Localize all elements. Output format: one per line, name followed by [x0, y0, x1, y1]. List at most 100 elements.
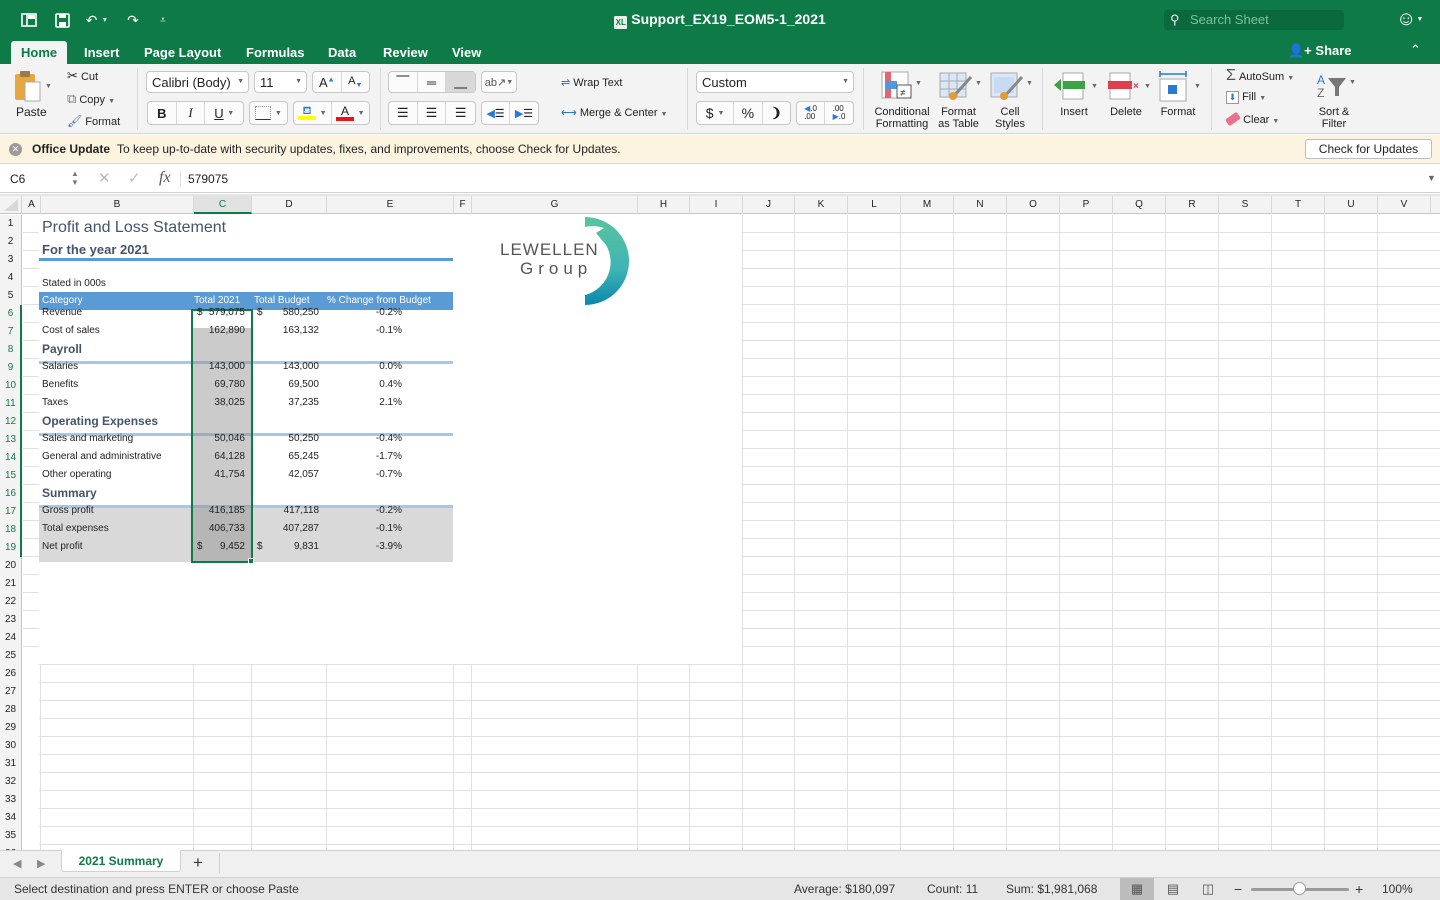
previous-sheet-icon[interactable]: ◀	[13, 857, 21, 870]
tab-review[interactable]: Review	[383, 44, 428, 64]
column-header-t[interactable]: T	[1272, 196, 1325, 214]
currency-button[interactable]: $ ▼	[697, 102, 735, 124]
row-header-25[interactable]: 25	[0, 650, 21, 661]
page-layout-view-button[interactable]: ▤	[1156, 878, 1190, 900]
tab-page-layout[interactable]: Page Layout	[144, 44, 221, 64]
bold-button[interactable]: B	[148, 102, 177, 124]
insert-function-icon[interactable]: fx	[159, 169, 171, 187]
row-header-12[interactable]: 12	[0, 416, 21, 427]
align-right-button[interactable]: ☰	[446, 102, 475, 124]
name-box[interactable]: C6	[10, 172, 25, 186]
row-header-19[interactable]: 19	[0, 542, 21, 553]
borders-button[interactable]: ▼	[249, 101, 288, 125]
row-header-1[interactable]: 1	[0, 218, 21, 229]
row-header-5[interactable]: 5	[0, 290, 21, 301]
increase-font-size-button[interactable]: A▲	[313, 72, 342, 92]
format-cells-button[interactable]: ▼	[1158, 70, 1204, 105]
align-middle-button[interactable]: ═	[418, 72, 447, 92]
column-header-c[interactable]: C	[194, 196, 252, 214]
row-header-24[interactable]: 24	[0, 632, 21, 643]
column-header-j[interactable]: J	[743, 196, 795, 214]
row-header-15[interactable]: 15	[0, 470, 21, 481]
cut-button[interactable]: ✂ Cut	[67, 68, 98, 84]
column-header-a[interactable]: A	[23, 196, 41, 214]
tab-home[interactable]: Home	[11, 41, 68, 64]
row-header-23[interactable]: 23	[0, 614, 21, 625]
tab-data[interactable]: Data	[328, 44, 356, 64]
row-header-34[interactable]: 34	[0, 812, 21, 823]
column-header-v[interactable]: V	[1378, 196, 1431, 214]
column-header-f[interactable]: F	[454, 196, 472, 214]
zoom-slider-handle[interactable]	[1293, 882, 1306, 895]
cancel-formula-icon[interactable]: ✕	[98, 169, 111, 187]
row-header-22[interactable]: 22	[0, 596, 21, 607]
column-header-i[interactable]: I	[690, 196, 743, 214]
orientation-button[interactable]: ab↗ ▼	[481, 71, 517, 93]
row-header-26[interactable]: 26	[0, 668, 21, 679]
align-center-button[interactable]: ☰	[418, 102, 447, 124]
normal-view-button[interactable]: ▦	[1120, 878, 1154, 900]
column-header-d[interactable]: D	[252, 196, 327, 214]
decrease-decimal-button[interactable]: .00 ▶.0	[825, 102, 853, 124]
italic-button[interactable]: I	[177, 102, 206, 124]
row-header-3[interactable]: 3	[0, 254, 21, 265]
cell-styles-button[interactable]: ▼	[990, 71, 1033, 104]
copy-button[interactable]: ⧉ Copy ▼	[67, 91, 115, 107]
add-sheet-button[interactable]: +	[193, 853, 203, 873]
row-header-2[interactable]: 2	[0, 236, 21, 247]
font-name-select[interactable]: Calibri (Body) ▼	[146, 71, 249, 93]
number-format-select[interactable]: Custom ▼	[696, 71, 854, 93]
increase-indent-button[interactable]: ▶☰	[510, 102, 538, 124]
row-header-4[interactable]: 4	[0, 272, 21, 283]
sort-filter-button[interactable]: A Z ▼	[1316, 72, 1358, 103]
column-header-m[interactable]: M	[901, 196, 954, 214]
paste-button[interactable]: ▼	[14, 70, 52, 105]
fill-button[interactable]: ⬇ Fill ▼	[1226, 91, 1266, 104]
row-header-32[interactable]: 32	[0, 776, 21, 787]
page-break-view-button[interactable]: ◫	[1191, 878, 1225, 900]
row-header-6[interactable]: 6	[0, 308, 21, 319]
row-header-7[interactable]: 7	[0, 326, 21, 337]
insert-cells-button[interactable]: ▼	[1053, 72, 1099, 105]
row-header-27[interactable]: 27	[0, 686, 21, 697]
dismiss-update-icon[interactable]: ✕	[9, 143, 22, 156]
wrap-text-button[interactable]: ⇌ Wrap Text	[561, 76, 622, 89]
sheet-tab-2021-summary[interactable]: 2021 Summary	[61, 850, 181, 872]
next-sheet-icon[interactable]: ▶	[37, 857, 45, 870]
column-header-h[interactable]: H	[638, 196, 690, 214]
column-header-l[interactable]: L	[848, 196, 901, 214]
column-header-p[interactable]: P	[1060, 196, 1113, 214]
search-sheet-input[interactable]: ⚲ Search Sheet	[1164, 10, 1344, 30]
delete-cells-button[interactable]: × ▼	[1106, 72, 1152, 105]
clear-button[interactable]: Clear ▼	[1224, 111, 1279, 127]
tab-insert[interactable]: Insert	[84, 44, 119, 64]
column-header-k[interactable]: K	[795, 196, 848, 214]
name-box-stepper-icon[interactable]: ▲ ▼	[71, 169, 79, 187]
percent-button[interactable]: %	[734, 102, 763, 124]
row-header-21[interactable]: 21	[0, 578, 21, 589]
row-header-30[interactable]: 30	[0, 740, 21, 751]
worksheet-grid[interactable]: Profit and Loss Statement For the year 2…	[23, 215, 1440, 850]
column-header-o[interactable]: O	[1007, 196, 1060, 214]
row-header-29[interactable]: 29	[0, 722, 21, 733]
column-header-n[interactable]: N	[954, 196, 1007, 214]
row-header-17[interactable]: 17	[0, 506, 21, 517]
underline-button[interactable]: U ▼	[205, 102, 243, 124]
row-header-28[interactable]: 28	[0, 704, 21, 715]
expand-formula-bar-icon[interactable]: ▼	[1427, 173, 1436, 183]
row-header-31[interactable]: 31	[0, 758, 21, 769]
select-all-button[interactable]	[0, 196, 22, 214]
align-top-button[interactable]: ⎺	[389, 72, 418, 92]
row-header-9[interactable]: 9	[0, 362, 21, 373]
collapse-ribbon-icon[interactable]: ⌃	[1410, 42, 1421, 58]
format-as-table-button[interactable]: ▼	[939, 71, 982, 104]
row-header-18[interactable]: 18	[0, 524, 21, 535]
column-header-e[interactable]: E	[327, 196, 454, 214]
check-for-updates-button[interactable]: Check for Updates	[1305, 139, 1432, 159]
feedback-smiley-icon[interactable]: ☺▼	[1396, 8, 1423, 31]
decrease-indent-button[interactable]: ◀☰	[482, 102, 511, 124]
row-header-35[interactable]: 35	[0, 830, 21, 841]
column-header-g[interactable]: G	[472, 196, 638, 214]
row-header-10[interactable]: 10	[0, 380, 21, 391]
row-header-14[interactable]: 14	[0, 452, 21, 463]
